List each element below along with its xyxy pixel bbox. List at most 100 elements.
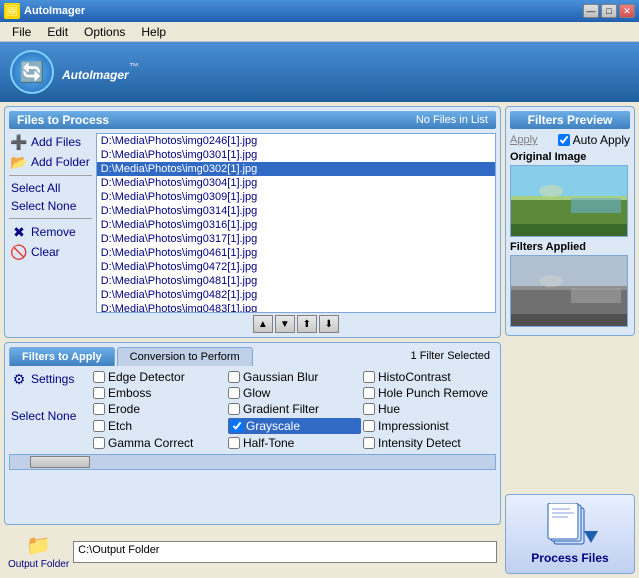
apply-row: Apply Auto Apply <box>510 133 630 147</box>
list-item[interactable]: D:\Media\Photos\img0481[1].jpg <box>97 274 495 288</box>
filter-checkbox[interactable] <box>93 387 105 399</box>
list-top-button[interactable]: ⬆ <box>297 315 317 333</box>
menu-file[interactable]: File <box>4 23 39 41</box>
filter-item[interactable]: Edge Detector <box>93 370 226 384</box>
filter-item[interactable]: Erode <box>93 402 226 416</box>
filter-label: Half-Tone <box>243 436 294 450</box>
tab-conversion[interactable]: Conversion to Perform <box>117 347 253 366</box>
filter-item[interactable]: Half-Tone <box>228 436 361 450</box>
filter-checkbox[interactable] <box>228 437 240 449</box>
clear-button[interactable]: 🚫 Clear <box>9 243 92 261</box>
filter-item[interactable]: Gaussian Blur <box>228 370 361 384</box>
auto-apply-row: Auto Apply <box>558 133 630 147</box>
list-item[interactable]: D:\Media\Photos\img0246[1].jpg <box>97 134 495 148</box>
filter-label: Edge Detector <box>108 370 185 384</box>
list-down-button[interactable]: ▼ <box>275 315 295 333</box>
remove-button[interactable]: ✖ Remove <box>9 223 92 241</box>
list-nav: ▲ ▼ ⬆ ⬇ <box>96 315 496 333</box>
filter-scrollbar[interactable] <box>9 454 496 470</box>
filter-checkbox[interactable] <box>93 437 105 449</box>
menu-help[interactable]: Help <box>133 23 174 41</box>
filter-item[interactable]: Etch <box>93 418 226 434</box>
minimize-button[interactable]: — <box>583 4 599 18</box>
select-all-button[interactable]: Select All <box>9 180 92 196</box>
list-item[interactable]: D:\Media\Photos\img0316[1].jpg <box>97 218 495 232</box>
filter-checkbox[interactable] <box>93 371 105 383</box>
filter-checkbox[interactable] <box>93 403 105 415</box>
output-folder-button[interactable]: 📁 Output Folder <box>8 533 69 570</box>
scroll-thumb[interactable] <box>30 456 90 468</box>
filters-body: ⚙ Settings Select None Edge Detector Gaus… <box>9 370 496 450</box>
filter-checkbox[interactable] <box>228 387 240 399</box>
select-none-filter-button[interactable]: Select None <box>9 408 89 424</box>
filter-checkbox[interactable] <box>228 403 240 415</box>
filter-item[interactable]: Emboss <box>93 386 226 400</box>
filter-item[interactable]: Grayscale <box>228 418 361 434</box>
process-files-button[interactable]: Process Files <box>505 494 635 574</box>
filter-label: Hole Punch Remove <box>378 386 488 400</box>
filter-checkbox[interactable] <box>363 403 375 415</box>
remove-icon: ✖ <box>11 224 27 240</box>
right-panel: Filters Preview Apply Auto Apply Origina… <box>505 106 635 574</box>
files-section: Files to Process No Files in List ➕ Add … <box>4 106 501 338</box>
filter-checkbox[interactable] <box>93 420 105 432</box>
list-item[interactable]: D:\Media\Photos\img0304[1].jpg <box>97 176 495 190</box>
list-item[interactable]: D:\Media\Photos\img0483[1].jpg <box>97 302 495 313</box>
file-list[interactable]: D:\Media\Photos\img0246[1].jpgD:\Media\P… <box>96 133 496 313</box>
filter-checkbox[interactable] <box>228 371 240 383</box>
filter-item[interactable]: Gradient Filter <box>228 402 361 416</box>
output-path[interactable]: C:\Output Folder <box>73 541 497 563</box>
menu-options[interactable]: Options <box>76 23 133 41</box>
title-bar: 🖼 AutoImager — □ ✕ <box>0 0 639 22</box>
list-item[interactable]: D:\Media\Photos\img0309[1].jpg <box>97 190 495 204</box>
auto-apply-checkbox[interactable] <box>558 134 570 146</box>
list-item[interactable]: D:\Media\Photos\img0461[1].jpg <box>97 246 495 260</box>
select-none-button-files[interactable]: Select None <box>9 198 92 214</box>
filter-item[interactable]: Gamma Correct <box>93 436 226 450</box>
logo-icon: 🔄 <box>10 50 54 94</box>
clear-icon: 🚫 <box>11 244 27 260</box>
filter-label: Emboss <box>108 386 151 400</box>
tab-filters[interactable]: Filters to Apply <box>9 347 115 366</box>
settings-button[interactable]: ⚙ Settings <box>9 370 89 388</box>
add-files-button[interactable]: ➕ Add Files <box>9 133 92 151</box>
preview-header: Filters Preview <box>510 111 630 129</box>
filter-checkbox[interactable] <box>363 371 375 383</box>
list-item[interactable]: D:\Media\Photos\img0482[1].jpg <box>97 288 495 302</box>
filter-item[interactable]: Hue <box>363 402 496 416</box>
filter-checkbox[interactable] <box>363 387 375 399</box>
preview-section: Filters Preview Apply Auto Apply Origina… <box>505 106 635 336</box>
output-section: 📁 Output Folder C:\Output Folder <box>4 529 501 574</box>
filter-checkbox[interactable] <box>363 437 375 449</box>
filtered-label: Filters Applied <box>510 241 630 253</box>
filter-item[interactable]: Glow <box>228 386 361 400</box>
list-item[interactable]: D:\Media\Photos\img0302[1].jpg <box>97 162 495 176</box>
filter-item[interactable]: Intensity Detect <box>363 436 496 450</box>
add-folder-icon: 📂 <box>11 154 27 170</box>
list-item[interactable]: D:\Media\Photos\img0314[1].jpg <box>97 204 495 218</box>
add-folder-button[interactable]: 📂 Add Folder <box>9 153 92 171</box>
list-up-button[interactable]: ▲ <box>253 315 273 333</box>
file-list-container: D:\Media\Photos\img0246[1].jpgD:\Media\P… <box>96 133 496 333</box>
filter-label: Gradient Filter <box>243 402 319 416</box>
filter-label: HistoContrast <box>378 370 451 384</box>
maximize-button[interactable]: □ <box>601 4 617 18</box>
list-item[interactable]: D:\Media\Photos\img0301[1].jpg <box>97 148 495 162</box>
list-item[interactable]: D:\Media\Photos\img0472[1].jpg <box>97 260 495 274</box>
filter-checkbox[interactable] <box>231 420 243 432</box>
output-label: Output Folder <box>8 559 69 570</box>
filter-item[interactable]: Impressionist <box>363 418 496 434</box>
menu-edit[interactable]: Edit <box>39 23 76 41</box>
logo-area: 🔄 AutoImager™ <box>0 42 639 102</box>
files-status: No Files in List <box>416 114 488 126</box>
close-button[interactable]: ✕ <box>619 4 635 18</box>
process-files-icon <box>546 503 594 547</box>
filter-item[interactable]: Hole Punch Remove <box>363 386 496 400</box>
filter-checkbox[interactable] <box>363 420 375 432</box>
list-item[interactable]: D:\Media\Photos\img0317[1].jpg <box>97 232 495 246</box>
filters-controls: ⚙ Settings Select None <box>9 370 89 450</box>
filter-item[interactable]: HistoContrast <box>363 370 496 384</box>
apply-button[interactable]: Apply <box>510 134 538 146</box>
list-bottom-button[interactable]: ⬇ <box>319 315 339 333</box>
separator-2 <box>9 218 92 219</box>
